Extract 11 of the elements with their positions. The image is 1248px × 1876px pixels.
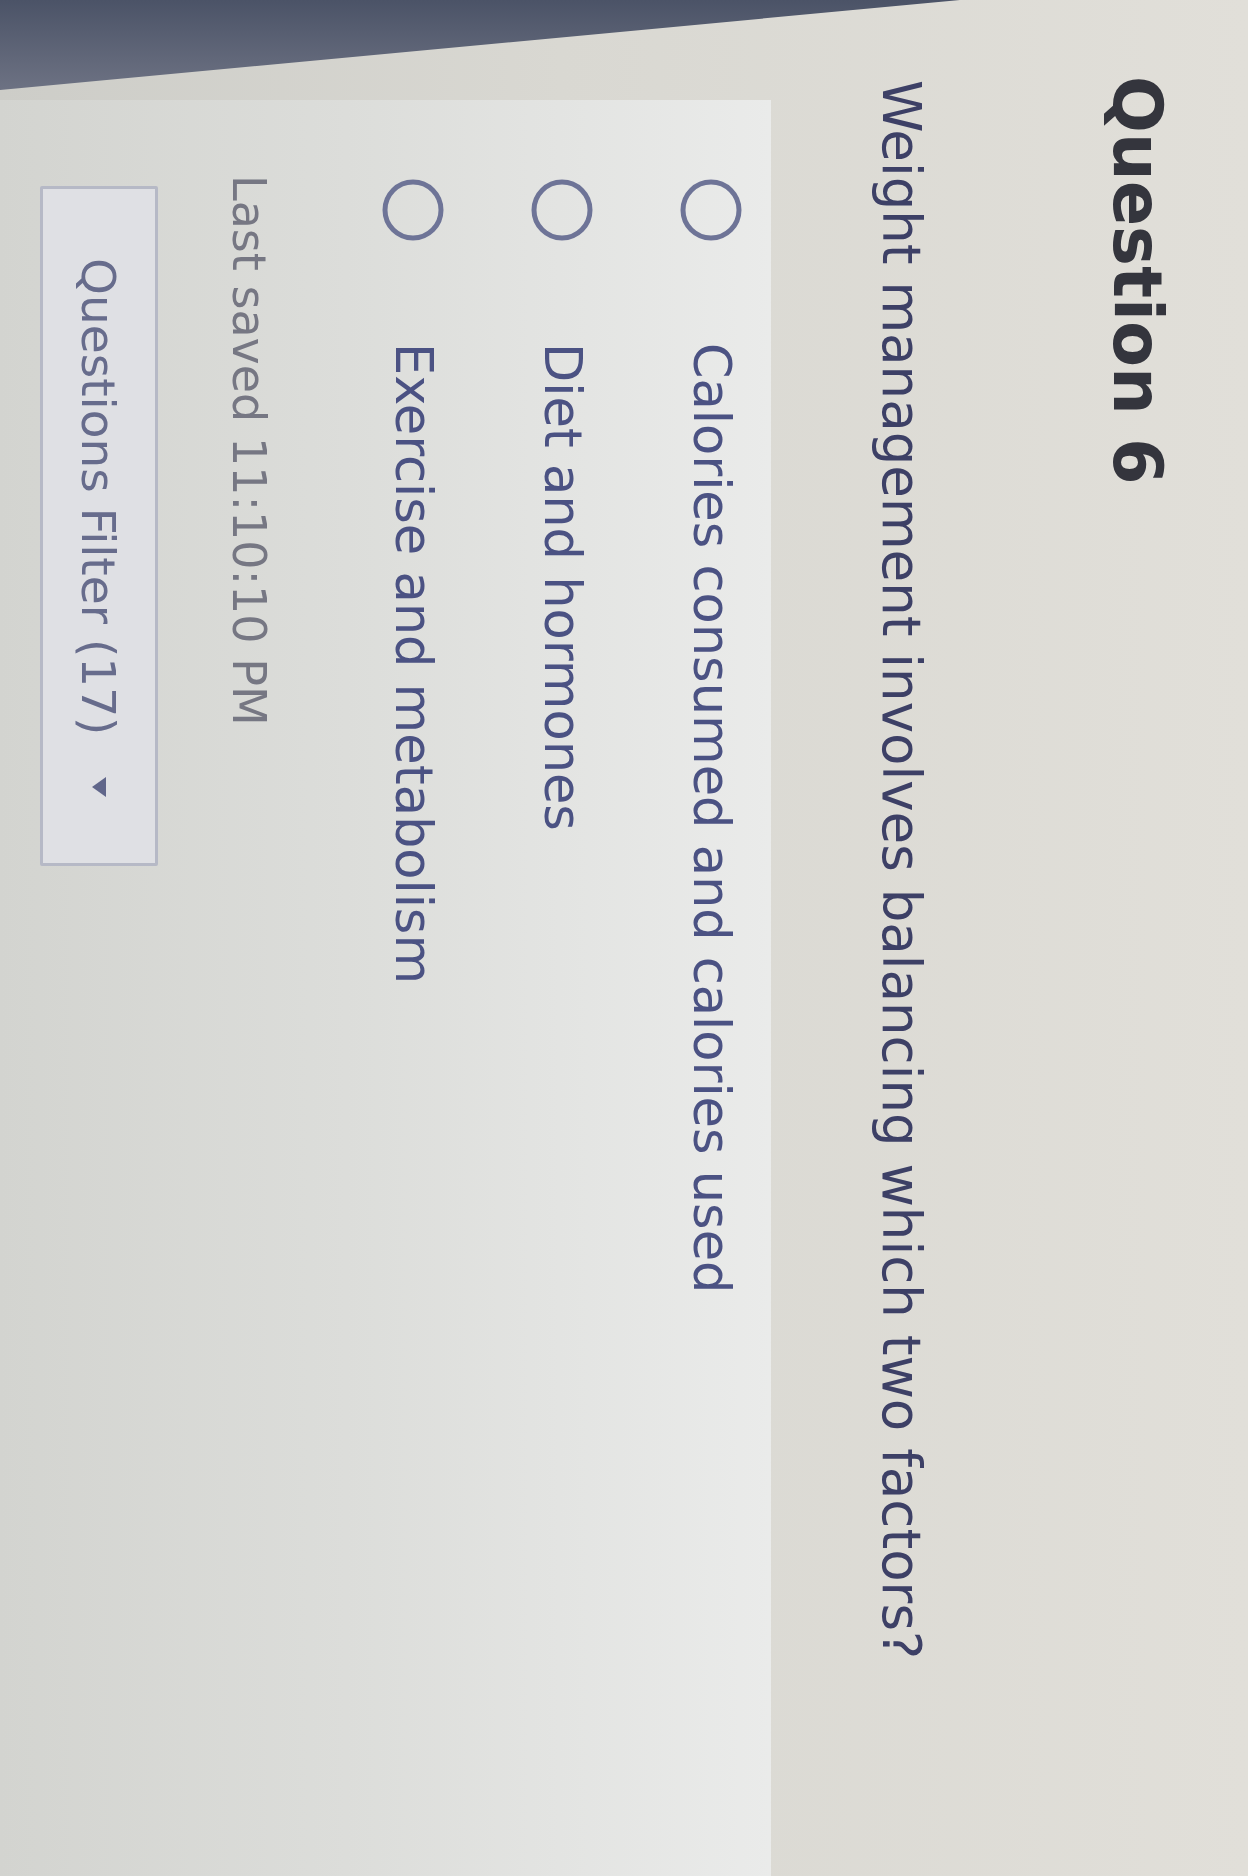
option-label[interactable]: Exercise and metabolism — [382, 343, 444, 985]
radio-button[interactable] — [531, 179, 593, 241]
option-label[interactable]: Diet and hormones — [531, 343, 593, 831]
option-label[interactable]: Calories consumed and calories used — [680, 343, 742, 1294]
question-heading: Question 6 — [1097, 76, 1177, 485]
radio-button[interactable] — [382, 179, 444, 241]
save-status-text: Last saved 11:10:10 PM — [221, 175, 276, 726]
question-text: Weight management involves balancing which two factors? — [869, 80, 933, 1660]
questions-filter-button[interactable]: Questions Filter (17) — [39, 186, 158, 867]
caret-down-icon — [91, 777, 106, 798]
radio-button[interactable] — [680, 179, 742, 241]
